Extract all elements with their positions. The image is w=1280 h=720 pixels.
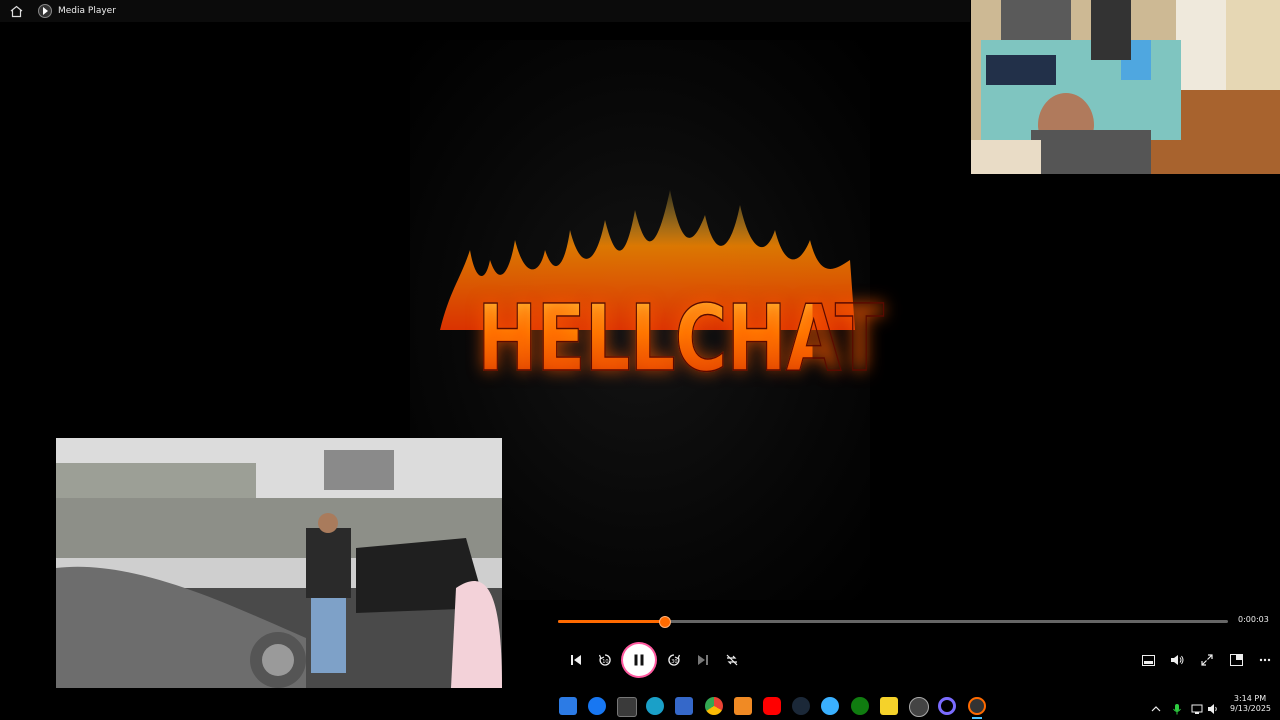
more-icon[interactable] [1256,651,1274,669]
facebook-icon[interactable] [588,697,606,715]
taskbar-clock[interactable]: 3:14 PM 9/13/2025 [1230,694,1272,714]
title-bar: Media Player [0,0,970,22]
home-icon[interactable] [8,3,24,19]
svg-text:10: 10 [602,659,608,665]
volume-icon[interactable] [1168,651,1186,669]
media-player-taskbar-icon[interactable] [968,697,986,715]
windows-explorer-icon[interactable] [559,697,577,715]
video-clip [56,438,502,688]
chevron-up-icon[interactable] [1150,700,1162,712]
window-title: Media Player [58,6,116,16]
active-indicator [972,717,982,719]
seek-bar[interactable] [558,616,1228,628]
youtube-icon[interactable] [763,697,781,715]
pause-icon [634,654,644,666]
chrome-icon[interactable] [705,697,723,715]
media-player-icon [38,4,52,18]
forward-30-icon[interactable]: 30 [665,651,683,669]
seek-handle[interactable] [659,616,671,628]
hellchat-logo: HELLCHAT [430,170,885,410]
obs-icon[interactable] [909,697,929,717]
miniplayer-icon[interactable] [1139,651,1157,669]
speaker-icon[interactable] [1207,700,1219,714]
svg-text:30: 30 [671,659,677,665]
xbox-icon[interactable] [851,697,869,715]
mic-icon[interactable] [1171,700,1183,715]
pause-button[interactable] [623,644,655,676]
seek-progress [558,620,665,623]
fullscreen-icon[interactable] [1198,651,1216,669]
cast-icon[interactable] [1227,651,1245,669]
repeat-off-icon[interactable] [723,651,741,669]
network-icon[interactable] [1191,700,1203,714]
cortana-icon[interactable] [938,697,956,715]
vlc-icon[interactable] [734,697,752,715]
amazon-icon[interactable] [617,697,637,717]
sticky-notes-icon[interactable] [880,697,898,715]
clock-time: 3:14 PM [1233,694,1267,703]
rewind-10-icon[interactable]: 10 [596,651,614,669]
edge-icon[interactable] [646,697,664,715]
calculator-icon[interactable] [675,697,693,715]
steam-icon[interactable] [792,697,810,715]
clock-date: 9/13/2025 [1230,704,1272,713]
logo-text: HELLCHAT [477,284,885,393]
webcam-feed [971,0,1280,174]
next-icon[interactable] [694,651,712,669]
taskbar [558,692,1280,720]
previous-icon[interactable] [567,651,585,669]
elapsed-time: 0:00:03 [1238,615,1269,624]
app-blue-icon[interactable] [821,697,839,715]
